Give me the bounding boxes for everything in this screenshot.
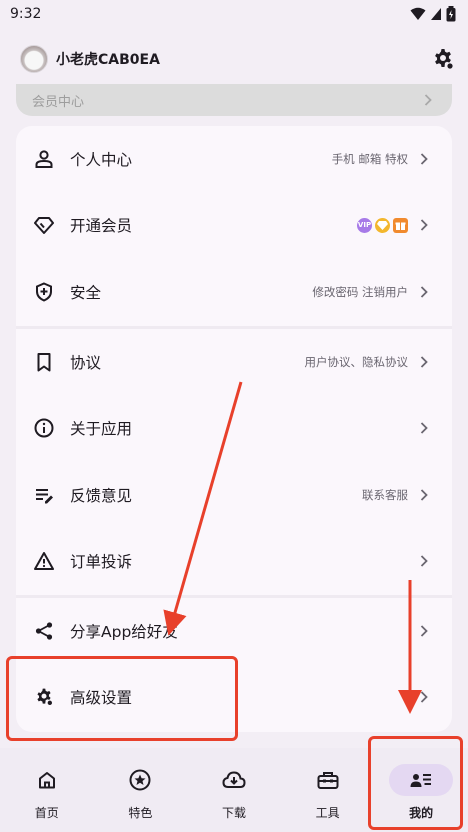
- info-icon: [34, 418, 54, 438]
- shield-icon: [34, 282, 54, 302]
- gift-badge-icon: [393, 217, 408, 233]
- chevron-right-icon: [420, 488, 430, 502]
- wifi-icon: [410, 7, 426, 21]
- chevron-right-icon: [420, 554, 430, 568]
- chevron-right-icon: [420, 624, 430, 638]
- nav-tab-tools[interactable]: 工具: [281, 748, 375, 832]
- username: 小老虎CAB0EA: [56, 52, 160, 68]
- bottom-navigation: 首页 特色 下载 工具 我的: [0, 748, 468, 832]
- gear-icon: [34, 687, 54, 707]
- status-time: 9:32: [10, 6, 42, 22]
- signal-icon: [430, 7, 442, 21]
- menu-item-feedback[interactable]: 反馈意见 联系客服: [16, 462, 452, 528]
- avatar[interactable]: [20, 45, 48, 73]
- chevron-right-icon: [420, 421, 430, 435]
- nav-tab-mine[interactable]: 我的: [374, 748, 468, 832]
- person-icon: [34, 149, 54, 169]
- chevron-right-icon: [420, 152, 430, 166]
- menu-item-share[interactable]: 分享App给好友: [16, 598, 452, 664]
- diamond-badge-icon: [375, 217, 390, 233]
- status-bar: 9:32: [0, 0, 468, 28]
- menu-item-vip[interactable]: 开通会员 VIP: [16, 192, 452, 258]
- menu-item-label: 协议: [70, 354, 102, 372]
- toolbox-icon: [296, 764, 360, 796]
- battery-icon: [446, 6, 456, 22]
- chevron-right-icon: [420, 355, 430, 369]
- nav-tab-label: 工具: [315, 806, 340, 820]
- user-profile[interactable]: 小老虎CAB0EA: [20, 45, 160, 73]
- nav-tab-featured[interactable]: 特色: [94, 748, 188, 832]
- menu-item-label: 订单投诉: [70, 553, 133, 571]
- menu-item-about[interactable]: 关于应用: [16, 395, 452, 461]
- menu-item-label: 分享App给好友: [70, 623, 178, 641]
- diamond-icon: [34, 215, 54, 235]
- menu-item-hint: 手机 邮箱 特权: [331, 152, 408, 166]
- menu-item-label: 反馈意见: [70, 487, 133, 505]
- vip-badge-icon: VIP: [357, 217, 372, 233]
- nav-tab-label: 下载: [221, 806, 246, 820]
- feedback-icon: [34, 485, 54, 505]
- home-icon: [15, 764, 79, 796]
- chevron-right-icon: [424, 91, 432, 110]
- status-icons: [410, 6, 456, 22]
- nav-tab-download[interactable]: 下载: [187, 748, 281, 832]
- menu-item-security[interactable]: 安全 修改密码 注销用户: [16, 259, 452, 325]
- nav-tab-home[interactable]: 首页: [0, 748, 94, 832]
- menu-item-agreement[interactable]: 协议 用户协议、隐私协议: [16, 329, 452, 395]
- nav-tab-label: 首页: [34, 806, 59, 820]
- member-center-card[interactable]: 会员中心: [16, 84, 452, 116]
- bookmark-icon: [34, 352, 54, 372]
- menu-item-label: 安全: [70, 284, 102, 302]
- share-icon: [34, 621, 54, 641]
- chevron-right-icon: [420, 285, 430, 299]
- nav-tab-label: 我的: [409, 806, 434, 820]
- menu-item-personal-center[interactable]: 个人中心 手机 邮箱 特权: [16, 126, 452, 192]
- settings-menu-card: 个人中心 手机 邮箱 特权 开通会员 VIP 安全 修改密码 注销用户 协议 用…: [16, 126, 452, 732]
- menu-item-complaint[interactable]: 订单投诉: [16, 528, 452, 594]
- chevron-right-icon: [420, 218, 430, 232]
- menu-item-label: 个人中心: [70, 151, 133, 169]
- profile-list-icon: [389, 764, 454, 796]
- header: 小老虎CAB0EA: [0, 38, 468, 80]
- menu-item-hint: 用户协议、隐私协议: [304, 355, 409, 369]
- nav-tab-label: 特色: [128, 806, 153, 820]
- chevron-right-icon: [420, 690, 430, 704]
- star-icon: [108, 764, 172, 796]
- vip-badges: VIP: [357, 217, 408, 233]
- warning-icon: [34, 551, 54, 571]
- member-center-label: 会员中心: [32, 94, 85, 110]
- download-cloud-icon: [202, 764, 266, 796]
- menu-item-hint: 修改密码 注销用户: [312, 285, 408, 299]
- menu-item-advanced-settings[interactable]: 高级设置: [16, 664, 452, 730]
- settings-gear-icon[interactable]: [430, 46, 456, 72]
- menu-item-label: 高级设置: [70, 689, 133, 707]
- menu-item-label: 开通会员: [70, 217, 133, 235]
- menu-item-label: 关于应用: [70, 420, 133, 438]
- menu-item-hint: 联系客服: [362, 488, 408, 502]
